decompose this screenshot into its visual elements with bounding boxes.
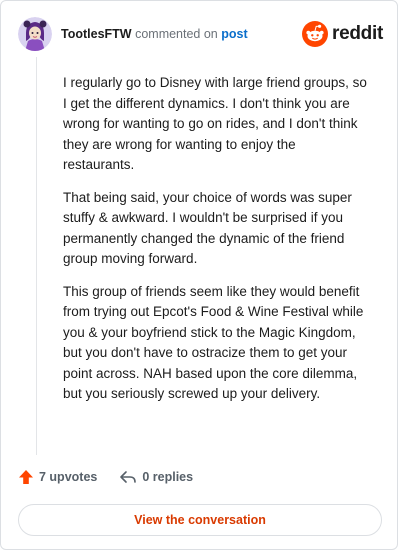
- upvote-count[interactable]: 7 upvotes: [18, 469, 97, 485]
- comment-paragraph: That being said, your choice of words wa…: [63, 189, 352, 267]
- reply-label: 0 replies: [142, 470, 194, 484]
- post-link[interactable]: post: [221, 27, 247, 41]
- comment-header: TootlesFTW commented on post reddit: [18, 15, 383, 53]
- comment-paragraph: I regularly go to Disney with large frie…: [63, 75, 367, 172]
- upvote-arrow-icon: [19, 470, 33, 484]
- comment-embed-card: TootlesFTW commented on post reddit I re…: [0, 0, 398, 550]
- view-conversation-button[interactable]: View the conversation: [18, 504, 382, 536]
- reply-arrow-icon: [120, 471, 137, 483]
- reply-count[interactable]: 0 replies: [119, 469, 193, 485]
- brand-wordmark: reddit: [332, 23, 383, 44]
- comment-paragraph: This group of friends seem like they wou…: [63, 283, 364, 402]
- thread-line: [36, 57, 37, 455]
- author-name[interactable]: TootlesFTW: [61, 27, 132, 41]
- action-text: commented on: [135, 27, 218, 41]
- reddit-brand[interactable]: reddit: [302, 21, 383, 47]
- avatar[interactable]: [18, 17, 52, 51]
- character-avatar-icon: [18, 17, 52, 51]
- reddit-snoo-icon: [302, 21, 329, 47]
- author-line: TootlesFTW commented on post: [61, 27, 248, 41]
- comment-body: I regularly go to Disney with large frie…: [63, 73, 368, 417]
- comment-stats: 7 upvotes 0 replies: [18, 469, 193, 485]
- upvote-label: 7 upvotes: [39, 470, 98, 484]
